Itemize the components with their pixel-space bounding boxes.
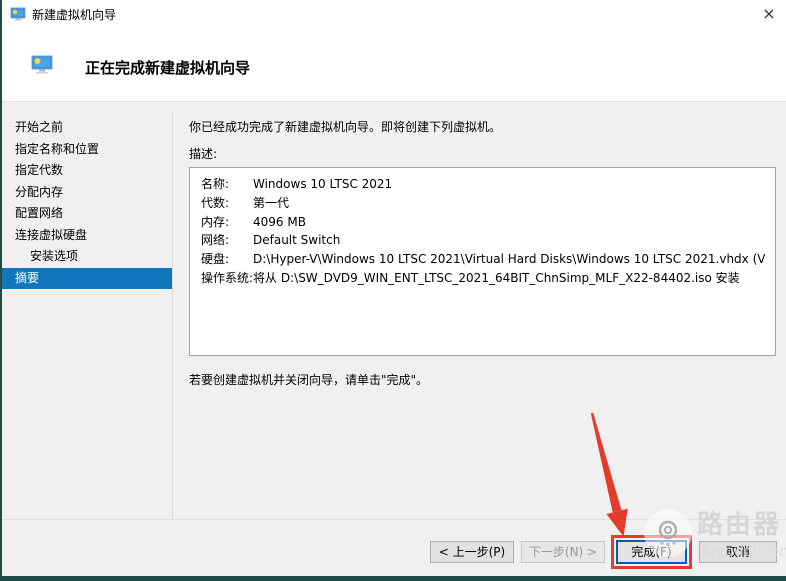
previous-button[interactable]: < 上一步(P)	[430, 541, 514, 563]
summary-row: 内存: 4096 MB	[201, 213, 765, 232]
summary-value-generation: 第一代	[253, 195, 290, 210]
finish-button[interactable]: 完成(F)	[616, 540, 687, 564]
intro-text: 你已经成功完成了新建虚拟机向导。即将创建下列虚拟机。	[189, 120, 502, 134]
cancel-button[interactable]: 取消	[699, 541, 777, 563]
description-label: 描述:	[189, 147, 218, 161]
footnote-text: 若要创建虚拟机并关闭向导，请单击"完成"。	[189, 373, 429, 387]
summary-row: 操作系统: 将从 D:\SW_DVD9_WIN_ENT_LTSC_2021_64…	[201, 269, 765, 288]
next-button: 下一步(N) >	[521, 541, 605, 563]
sidebar-item-summary: 摘要	[2, 267, 172, 289]
summary-row: 代数: 第一代	[201, 194, 765, 213]
summary-row: 硬盘: D:\Hyper-V\Windows 10 LTSC 2021\Virt…	[201, 250, 765, 269]
sidebar-item-networking: 配置网络	[15, 206, 64, 220]
summary-row: 网络: Default Switch	[201, 231, 765, 250]
wizard-header-band	[2, 0, 786, 102]
summary-label-name: 名称:	[201, 177, 230, 191]
close-icon[interactable]: ×	[758, 3, 780, 25]
summary-label-network: 网络:	[201, 233, 230, 248]
summary-label-memory: 内存:	[201, 214, 230, 229]
sidebar-divider	[172, 112, 173, 520]
summary-box: 名称: Windows 10 LTSC 2021 代数: 第一代 内存: 409…	[189, 167, 776, 356]
vm-wizard-icon	[10, 6, 26, 22]
vm-wizard-icon	[31, 55, 53, 75]
sidebar-item-virtual-hard-disk: 连接虚拟硬盘	[15, 227, 88, 242]
sidebar-item-installation-options: 安装选项	[30, 249, 79, 263]
window-title: 新建虚拟机向导	[32, 8, 117, 22]
sidebar-item-name-and-location: 指定名称和位置	[15, 141, 100, 156]
summary-value-network: Default Switch	[253, 233, 341, 248]
summary-row: 名称: Windows 10 LTSC 2021	[201, 175, 765, 194]
screenshot-root: 新建虚拟机向导 × 正在完成新建虚拟机向导 开始之前 指定名称和位置 指定代数 …	[0, 0, 786, 581]
footer-divider	[2, 519, 786, 520]
page-title: 正在完成新建虚拟机向导	[85, 59, 251, 77]
summary-value-memory: 4096 MB	[253, 214, 306, 229]
summary-label-generation: 代数:	[201, 195, 230, 210]
summary-label-hard-disk: 硬盘:	[201, 252, 230, 267]
summary-label-operating-system: 操作系统:	[201, 270, 254, 285]
wizard-steps-sidebar: 开始之前 指定名称和位置 指定代数 分配内存 配置网络 连接虚拟硬盘 安装选项 …	[2, 117, 172, 289]
sidebar-item-before-you-begin: 开始之前	[15, 120, 64, 134]
sidebar-item-memory: 分配内存	[15, 184, 64, 199]
sidebar-item-generation: 指定代数	[15, 163, 64, 177]
summary-value-operating-system: 将从 D:\SW_DVD9_WIN_ENT_LTSC_2021_64BIT_Ch…	[253, 270, 740, 285]
summary-value-hard-disk: D:\Hyper-V\Windows 10 LTSC 2021\Virtual …	[253, 252, 765, 267]
summary-value-name: Windows 10 LTSC 2021	[253, 177, 393, 191]
